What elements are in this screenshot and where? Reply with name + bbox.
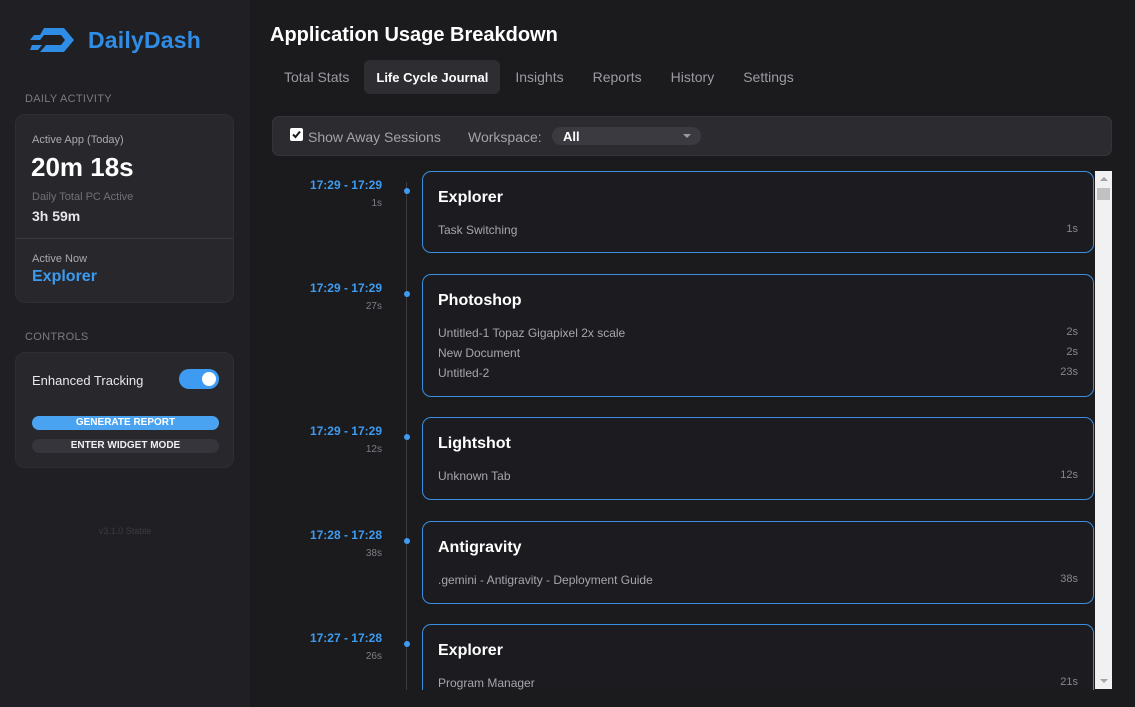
timeline-dot xyxy=(404,434,410,440)
entry-app-name: Photoshop xyxy=(438,292,522,309)
entry-card[interactable]: Explorer Task Switching 1s xyxy=(422,171,1094,253)
entry-card[interactable]: Explorer Program Manager 21s xyxy=(422,624,1094,690)
generate-report-button[interactable]: GENERATE REPORT xyxy=(32,416,219,430)
toggle-knob xyxy=(202,372,216,386)
entry-duration: 27s xyxy=(365,301,382,312)
entry-time-range: 17:29 - 17:29 xyxy=(309,424,382,438)
timeline-scrollbar[interactable] xyxy=(1095,171,1112,689)
daily-total-label: Daily Total PC Active xyxy=(32,191,134,203)
row-title: Untitled-2 xyxy=(438,366,490,380)
active-app-time: 20m 18s xyxy=(31,152,134,182)
entry-row: Task Switching 1s xyxy=(438,223,1078,239)
page-title: Application Usage Breakdown xyxy=(270,24,558,46)
show-away-checkbox[interactable] xyxy=(290,128,303,141)
show-away-label: Show Away Sessions xyxy=(308,129,441,145)
entry-row: Untitled-1 Topaz Gigapixel 2x scale 2s xyxy=(438,326,1078,342)
daily-total-time: 3h 59m xyxy=(32,208,81,224)
enhanced-tracking-toggle[interactable] xyxy=(179,369,219,389)
entry-row: Untitled-2 23s xyxy=(438,366,1078,382)
timeline-dot xyxy=(404,641,410,647)
tab-life-cycle-journal[interactable]: Life Cycle Journal xyxy=(364,60,501,94)
tab-history[interactable]: History xyxy=(657,60,729,94)
entry-row: Unknown Tab 12s xyxy=(438,469,1078,485)
journal-timeline: 17:29 - 17:29 1s Explorer Task Switching… xyxy=(272,170,1112,690)
row-title: Task Switching xyxy=(438,223,518,237)
scroll-up-arrow-icon[interactable] xyxy=(1095,171,1112,188)
workspace-value: All xyxy=(563,129,580,144)
daily-activity-card: Active App (Today) 20m 18s Daily Total P… xyxy=(15,114,234,303)
tab-bar: Total Stats Life Cycle Journal Insights … xyxy=(270,60,809,94)
row-title: .gemini - Antigravity - Deployment Guide xyxy=(438,573,653,587)
tab-reports[interactable]: Reports xyxy=(579,60,656,94)
card-divider xyxy=(16,238,233,239)
controls-card: Enhanced Tracking GENERATE REPORT ENTER … xyxy=(15,352,234,468)
dailydash-logo-icon xyxy=(30,28,74,52)
enhanced-tracking-label: Enhanced Tracking xyxy=(32,373,144,388)
entry-row: New Document 2s xyxy=(438,346,1078,362)
chevron-down-icon xyxy=(683,134,691,138)
entry-time-range: 17:29 - 17:29 xyxy=(309,178,382,192)
entry-card[interactable]: Lightshot Unknown Tab 12s xyxy=(422,417,1094,500)
entry-duration: 12s xyxy=(365,444,382,455)
app-name: DailyDash xyxy=(88,26,202,53)
row-title: Untitled-1 Topaz Gigapixel 2x scale xyxy=(438,326,626,340)
logo: DailyDash xyxy=(30,22,201,58)
row-duration: 2s xyxy=(1066,346,1078,358)
tab-insights[interactable]: Insights xyxy=(501,60,577,94)
active-now-app: Explorer xyxy=(32,268,97,285)
version-label: v3.1.0 Stable xyxy=(98,526,152,536)
journal-toolbar: Show Away Sessions Workspace: All xyxy=(272,116,1112,156)
entry-app-name: Explorer xyxy=(438,189,503,206)
entry-duration: 38s xyxy=(365,548,382,559)
entry-app-name: Antigravity xyxy=(438,539,522,556)
row-duration: 21s xyxy=(1060,676,1078,688)
workspace-select[interactable]: All xyxy=(552,127,701,145)
tab-total-stats[interactable]: Total Stats xyxy=(270,60,363,94)
entry-duration: 1s xyxy=(371,198,382,209)
controls-heading: CONTROLS xyxy=(25,331,89,343)
row-title: New Document xyxy=(438,346,521,360)
active-app-label: Active App (Today) xyxy=(32,134,124,146)
widget-mode-button[interactable]: ENTER WIDGET MODE xyxy=(32,439,219,453)
row-duration: 1s xyxy=(1066,223,1078,235)
row-title: Program Manager xyxy=(438,676,535,690)
entry-app-name: Explorer xyxy=(438,642,503,659)
timeline-dot xyxy=(404,291,410,297)
workspace-label: Workspace: xyxy=(468,129,542,145)
entry-card[interactable]: Photoshop Untitled-1 Topaz Gigapixel 2x … xyxy=(422,274,1094,397)
row-duration: 23s xyxy=(1060,366,1078,378)
entry-time-range: 17:28 - 17:28 xyxy=(309,528,382,542)
active-now-label: Active Now xyxy=(32,253,88,265)
entry-app-name: Lightshot xyxy=(438,435,511,452)
checkmark-icon xyxy=(292,130,301,139)
entry-row: Program Manager 21s xyxy=(438,676,1078,690)
entry-card[interactable]: Antigravity .gemini - Antigravity - Depl… xyxy=(422,521,1094,604)
entry-duration: 26s xyxy=(365,651,382,662)
timeline-dot xyxy=(404,188,410,194)
scroll-down-arrow-icon[interactable] xyxy=(1095,672,1112,689)
entry-row: .gemini - Antigravity - Deployment Guide… xyxy=(438,573,1078,589)
timeline-dot xyxy=(404,538,410,544)
row-title: Unknown Tab xyxy=(438,469,511,483)
entry-time-range: 17:27 - 17:28 xyxy=(309,631,382,645)
scrollbar-thumb[interactable] xyxy=(1097,188,1110,200)
row-duration: 12s xyxy=(1060,469,1078,481)
row-duration: 2s xyxy=(1066,326,1078,338)
sidebar: DailyDash DAILY ACTIVITY Active App (Tod… xyxy=(0,0,250,707)
tab-settings[interactable]: Settings xyxy=(729,60,808,94)
entry-time-range: 17:29 - 17:29 xyxy=(309,281,382,295)
daily-activity-heading: DAILY ACTIVITY xyxy=(25,93,112,105)
row-duration: 38s xyxy=(1060,573,1078,585)
